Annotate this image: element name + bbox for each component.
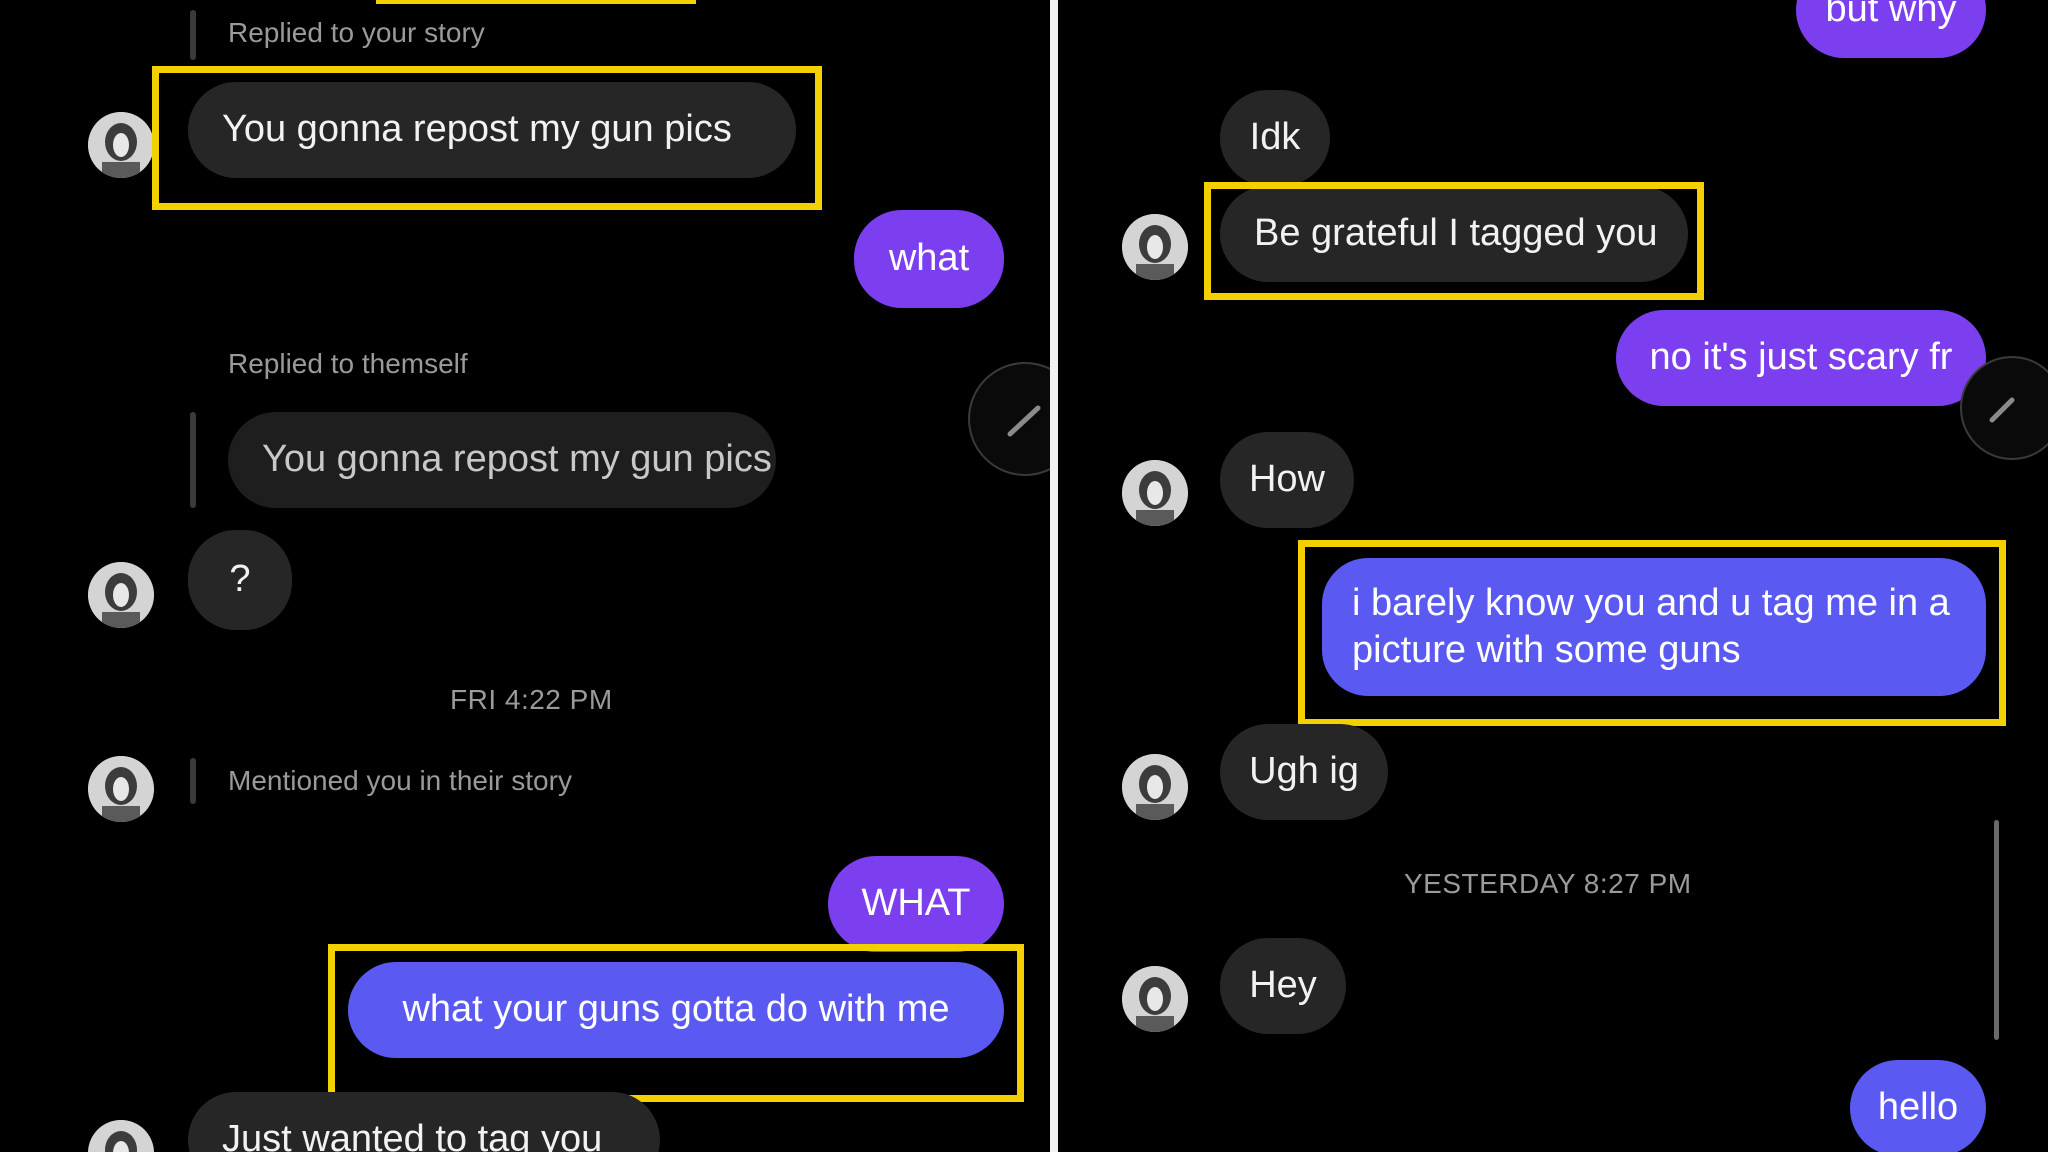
incoming-message: Hey (1220, 938, 1346, 1034)
pencil-icon[interactable] (1960, 356, 2048, 460)
incoming-message: Just wanted to tag you (188, 1092, 660, 1152)
highlight-box (1298, 540, 2006, 726)
highlight-box (328, 944, 1024, 1102)
avatar-icon[interactable] (88, 562, 154, 628)
panel-divider (1050, 0, 1058, 1152)
avatar-icon[interactable] (1122, 214, 1188, 280)
reply-indicator-bar (190, 10, 196, 60)
mentioned-in-story-label: Mentioned you in their story (228, 765, 572, 796)
incoming-message: ? (188, 530, 292, 630)
highlight-box (1204, 182, 1704, 300)
timestamp: YESTERDAY 8:27 PM (1404, 868, 1692, 899)
scrollbar[interactable] (1994, 820, 1999, 1040)
avatar-icon[interactable] (88, 1120, 154, 1152)
replied-to-story-label: Replied to your story (228, 17, 485, 48)
avatar-icon[interactable] (1122, 460, 1188, 526)
incoming-message: Ugh ig (1220, 724, 1388, 820)
outgoing-message: hello (1850, 1060, 1986, 1152)
avatar-icon[interactable] (88, 756, 154, 822)
outgoing-message: no it's just scary fr (1616, 310, 1986, 406)
incoming-message: Idk (1220, 90, 1330, 186)
avatar-icon[interactable] (1122, 754, 1188, 820)
quoted-message: You gonna repost my gun pics (228, 412, 776, 508)
outgoing-message: but why (1796, 0, 1986, 58)
incoming-message: How (1220, 432, 1354, 528)
avatar-icon[interactable] (1122, 966, 1188, 1032)
reply-indicator-bar (190, 758, 196, 804)
timestamp: FRI 4:22 PM (450, 684, 613, 715)
outgoing-message: WHAT (828, 856, 1004, 952)
pencil-icon[interactable] (968, 362, 1050, 476)
left-chat-panel: Replied to your story You gonna repost m… (0, 0, 1050, 1152)
highlight-box (152, 66, 822, 210)
outgoing-message: what (854, 210, 1004, 308)
reply-indicator-bar (190, 412, 196, 508)
highlight-box-top (376, 0, 696, 4)
right-chat-panel: but why Idk Be grateful I tagged you no … (1058, 0, 2048, 1152)
avatar-icon[interactable] (88, 112, 154, 178)
replied-to-themself-label: Replied to themself (228, 348, 468, 379)
